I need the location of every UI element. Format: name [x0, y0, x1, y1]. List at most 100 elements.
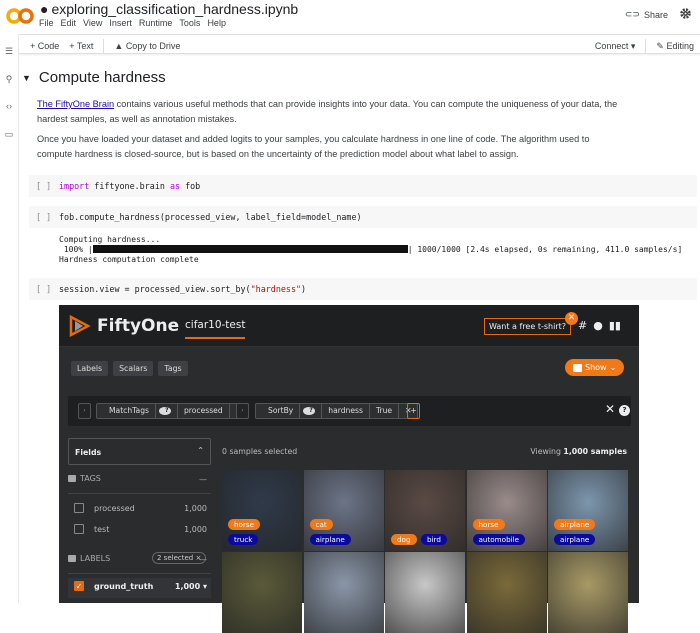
- ground-truth-tag: dog: [391, 534, 417, 545]
- menu-insert[interactable]: Insert: [109, 18, 132, 28]
- section-heading: ▼ Compute hardness: [22, 69, 166, 86]
- clear-view-icon[interactable]: ✕: [605, 402, 615, 416]
- samples-selected: 0 samples selected: [222, 447, 298, 456]
- tab-labels[interactable]: Labels: [71, 361, 109, 376]
- add-stage-arrow[interactable]: ›: [78, 403, 91, 419]
- toc-icon[interactable]: ☰: [4, 46, 14, 56]
- github-icon[interactable]: ●: [593, 319, 603, 332]
- cell-output: Computing hardness... 100% | | 1000/1000 …: [59, 235, 683, 264]
- fields-dropdown[interactable]: Fields ⌃: [68, 438, 211, 465]
- show-plots-button[interactable]: Show ⌄: [565, 359, 625, 376]
- help-icon[interactable]: ?: [619, 405, 630, 416]
- tab-tags[interactable]: Tags: [158, 361, 188, 376]
- dataset-selector[interactable]: cifar10-test: [185, 319, 246, 339]
- sample-tile[interactable]: [385, 552, 465, 633]
- sample-tile[interactable]: [548, 552, 628, 633]
- colab-logo-icon: [6, 8, 34, 24]
- docs-book-icon[interactable]: ▮▮: [609, 319, 621, 332]
- slack-icon[interactable]: #: [578, 319, 587, 332]
- stage-sortby[interactable]: SortBy? hardness True ✕: [255, 403, 419, 419]
- add-text-button[interactable]: + Text: [69, 41, 93, 51]
- menu-edit[interactable]: Edit: [61, 18, 77, 28]
- stage-param[interactable]: True: [370, 404, 400, 418]
- stage-param[interactable]: hardness: [322, 404, 370, 418]
- add-stage-arrow[interactable]: ›: [236, 403, 249, 419]
- checkbox[interactable]: [74, 503, 84, 513]
- ground-truth-tag: airplane: [554, 519, 596, 530]
- share-button[interactable]: ⊂⊃ Share: [625, 9, 668, 20]
- search-icon[interactable]: ⚲: [4, 74, 14, 84]
- tshirt-banner[interactable]: Want a free t-shirt?: [484, 318, 571, 335]
- help-icon[interactable]: ?: [303, 407, 316, 415]
- fiftyone-app: FiftyOne cifar10-test Want a free t-shir…: [59, 305, 639, 633]
- add-stage-button[interactable]: +: [407, 403, 420, 419]
- sidebar-tabs: Labels Scalars Tags: [71, 361, 188, 376]
- ground-truth-tag: cat: [309, 519, 333, 530]
- checkbox-checked[interactable]: ✓: [74, 581, 84, 591]
- menu-help[interactable]: Help: [207, 18, 226, 28]
- sample-tile[interactable]: horse truck: [222, 470, 302, 551]
- left-rail: ☰ ⚲ ‹› ▭: [0, 34, 19, 603]
- prediction-tag: truck: [228, 534, 259, 545]
- connect-button[interactable]: Connect ▾: [595, 41, 636, 52]
- checkbox[interactable]: [74, 524, 84, 534]
- sample-tile[interactable]: [222, 552, 302, 633]
- gear-icon[interactable]: [679, 7, 692, 20]
- ground-truth-tag: horse: [228, 519, 261, 530]
- sample-tile[interactable]: airplane airplane: [548, 470, 628, 551]
- collapse-icon[interactable]: —: [199, 475, 207, 484]
- collapse-icon[interactable]: —: [199, 555, 207, 564]
- run-cell-button[interactable]: [ ]: [36, 212, 51, 222]
- sample-tile[interactable]: horse automobile: [466, 470, 547, 551]
- stage-param[interactable]: processed: [178, 404, 230, 418]
- fiftyone-brand: FiftyOne: [97, 316, 180, 336]
- cell-code: import fiftyone.brain as fob: [59, 181, 201, 191]
- cell-code: fob.compute_hardness(processed_view, lab…: [59, 212, 362, 222]
- tags-section-header: TAGS —: [68, 474, 211, 494]
- prediction-tag: airplane: [309, 534, 351, 545]
- add-code-button[interactable]: + Code: [30, 41, 59, 51]
- folder-icon[interactable]: ▭: [4, 129, 14, 139]
- close-icon[interactable]: ✕: [565, 312, 578, 325]
- code-cell-import[interactable]: [ ] import fiftyone.brain as fob: [29, 175, 697, 197]
- sample-tile[interactable]: [466, 552, 547, 633]
- sample-tile[interactable]: cat airplane: [303, 470, 384, 551]
- chevron-up-icon: ⌃: [197, 446, 204, 455]
- cell-code: session.view = processed_view.sort_by("h…: [59, 284, 307, 294]
- colab-header: ● exploring_classification_hardness.ipyn…: [0, 0, 700, 34]
- chart-icon: [573, 363, 582, 372]
- help-icon[interactable]: ?: [158, 407, 171, 415]
- code-snippets-icon[interactable]: ‹›: [4, 101, 14, 111]
- notebook-toolbar: + Code + Text ▲ Copy to Drive Connect ▾ …: [19, 34, 700, 54]
- sample-tile[interactable]: [303, 552, 384, 633]
- tag-row[interactable]: test 1,000: [68, 521, 211, 539]
- editing-button[interactable]: ✎ Editing: [656, 41, 694, 52]
- caret-down-icon[interactable]: ▾: [203, 582, 207, 591]
- notebook-title[interactable]: ● exploring_classification_hardness.ipyn…: [40, 1, 298, 17]
- divider: [103, 39, 105, 53]
- fiftyone-logo-icon: [69, 315, 91, 337]
- menu-runtime[interactable]: Runtime: [139, 18, 173, 28]
- chevron-down-icon: ⌄: [609, 363, 617, 372]
- prediction-tag: bird: [421, 534, 447, 545]
- copy-to-drive-button[interactable]: ▲ Copy to Drive: [114, 41, 180, 51]
- code-cell-sort[interactable]: [ ] session.view = processed_view.sort_b…: [29, 278, 697, 300]
- tag-row[interactable]: processed 1,000: [68, 500, 211, 518]
- code-cell-compute[interactable]: [ ] fob.compute_hardness(processed_view,…: [29, 206, 697, 228]
- drive-icon: ▲: [114, 41, 126, 51]
- menu-view[interactable]: View: [83, 18, 102, 28]
- run-cell-button[interactable]: [ ]: [36, 181, 51, 191]
- sample-tile[interactable]: dog bird: [385, 470, 465, 551]
- paragraph-brain: The FiftyOne Brain contains various usef…: [37, 99, 618, 124]
- labels-section-header: LABELS 2 selected × —: [68, 552, 211, 574]
- fiftyone-brain-link[interactable]: The FiftyOne Brain: [37, 99, 114, 109]
- run-cell-button[interactable]: [ ]: [36, 284, 51, 294]
- paragraph-hardness: Once you have loaded your dataset and ad…: [37, 134, 590, 159]
- menu-file[interactable]: File: [39, 18, 54, 28]
- stage-matchtags[interactable]: MatchTags? processed ✕: [96, 403, 250, 419]
- menu-tools[interactable]: Tools: [179, 18, 200, 28]
- label-field-row[interactable]: ✓ ground_truth 1,000 ▾: [68, 578, 211, 598]
- tab-scalars[interactable]: Scalars: [113, 361, 154, 376]
- collapse-caret-icon[interactable]: ▼: [22, 73, 31, 83]
- fiftyone-header: FiftyOne cifar10-test Want a free t-shir…: [59, 305, 639, 347]
